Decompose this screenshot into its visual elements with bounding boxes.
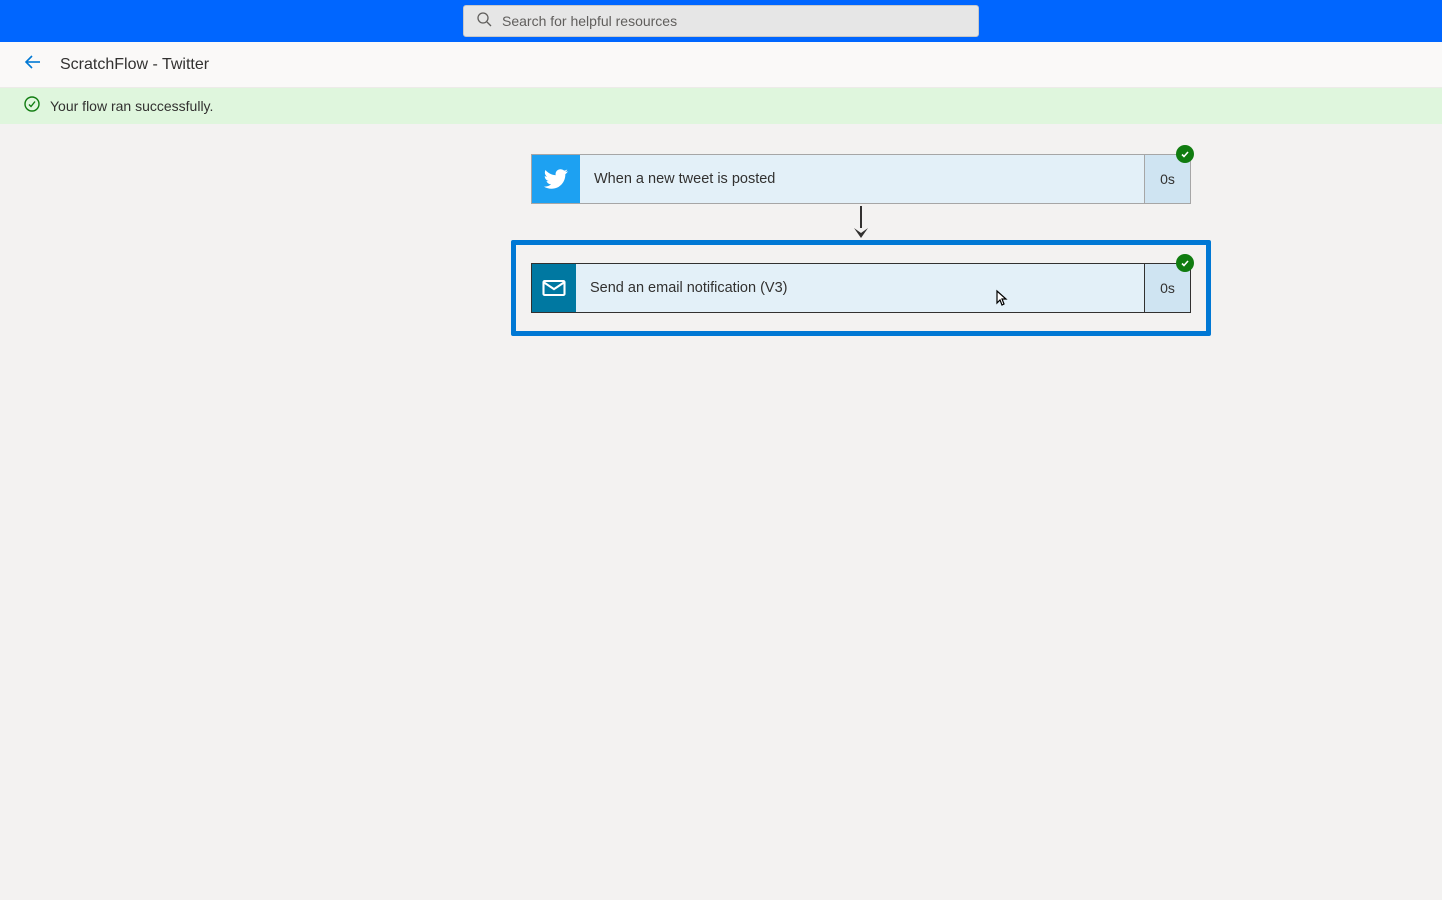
search-box[interactable]	[463, 5, 979, 37]
search-icon	[476, 11, 492, 32]
trigger-step[interactable]: When a new tweet is posted 0s	[531, 154, 1191, 204]
flow-connector	[852, 204, 870, 240]
success-icon	[24, 96, 40, 117]
trigger-label: When a new tweet is posted	[580, 155, 1144, 203]
status-badge-success	[1176, 145, 1194, 163]
status-badge-success	[1176, 254, 1194, 272]
mail-icon	[532, 264, 576, 312]
action-step[interactable]: Send an email notification (V3) 0s	[531, 263, 1191, 313]
search-input[interactable]	[502, 13, 966, 29]
top-bar	[0, 0, 1442, 42]
breadcrumb-bar: ScratchFlow - Twitter	[0, 42, 1442, 88]
action-label: Send an email notification (V3)	[576, 264, 1144, 312]
flow-canvas: When a new tweet is posted 0s Send an em…	[0, 124, 1442, 900]
twitter-icon	[532, 155, 580, 203]
selected-step-wrapper: Send an email notification (V3) 0s	[511, 240, 1211, 336]
status-bar: Your flow ran successfully.	[0, 88, 1442, 124]
status-message: Your flow ran successfully.	[50, 98, 213, 114]
back-arrow-icon[interactable]	[24, 53, 42, 76]
page-title: ScratchFlow - Twitter	[60, 56, 209, 74]
